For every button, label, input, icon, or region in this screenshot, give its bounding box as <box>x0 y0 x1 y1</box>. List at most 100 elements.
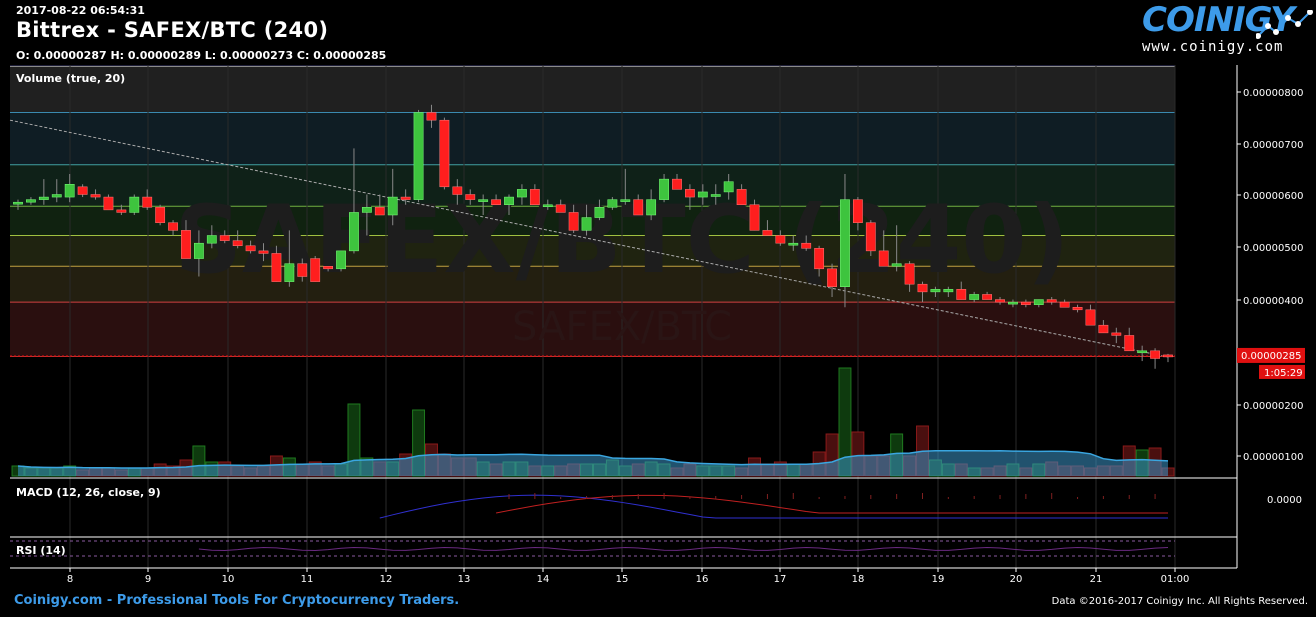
candle-body <box>491 199 501 205</box>
candle-body <box>77 186 88 195</box>
candle-body <box>206 235 217 244</box>
candle-body <box>116 209 127 213</box>
volume-bars <box>11 367 1175 477</box>
price-chart[interactable]: SAFEX/BTC (240) SAFEX/BTC 0.00000800 0.00… <box>0 0 1316 617</box>
current-price-label: 0.00000285 <box>1241 351 1301 362</box>
time-tick-label: 12 <box>380 574 393 585</box>
candle-body <box>1137 350 1148 354</box>
candle-body <box>245 245 256 252</box>
candle-body <box>51 194 62 198</box>
candle-body <box>801 242 812 249</box>
watermark-small: SAFEX/BTC <box>512 304 732 350</box>
price-tick-label: 0.00000500 <box>1243 243 1303 254</box>
candle-body <box>129 196 140 213</box>
candle-body <box>193 242 204 259</box>
footer-tagline[interactable]: Coinigy.com - Professional Tools For Cry… <box>14 593 459 608</box>
candle-body <box>865 222 876 252</box>
countdown-label: 1:05:29 <box>1264 368 1303 379</box>
price-tick-label: 0.00000200 <box>1243 401 1303 412</box>
candle-body <box>1124 335 1135 352</box>
time-tick-label: 8 <box>67 574 73 585</box>
candle-body <box>1085 309 1096 326</box>
candle-body <box>685 189 695 198</box>
price-tick-label: 0.00000100 <box>1243 452 1303 463</box>
candle-body <box>400 196 411 200</box>
candle-body <box>271 253 282 282</box>
candle-body <box>943 289 954 293</box>
time-tick-label: 14 <box>537 574 550 585</box>
candle-body <box>555 204 566 213</box>
macd-signal-line <box>495 494 1168 514</box>
time-tick-label: 17 <box>774 574 787 585</box>
volume-pane-label: Volume (true, 20) <box>16 72 125 85</box>
rsi-pane-label: RSI (14) <box>16 544 66 557</box>
price-tick-label: 0.00000600 <box>1243 191 1303 202</box>
candle-body <box>529 189 540 205</box>
candle-body <box>465 194 476 200</box>
candle-body <box>64 184 75 198</box>
candle-body <box>336 250 346 270</box>
candle-body <box>1150 350 1160 359</box>
candle-body <box>852 199 863 223</box>
macd-zero-label: 0.0000 <box>1267 495 1302 506</box>
candle-body <box>103 196 114 211</box>
candle-body <box>219 235 230 241</box>
candle-body <box>646 199 657 216</box>
candle-body <box>930 289 941 293</box>
candle-body <box>155 207 166 223</box>
time-tick-label: 18 <box>852 574 865 585</box>
candle-body <box>38 196 49 200</box>
candle-body <box>762 230 773 236</box>
candle-body <box>181 230 191 259</box>
time-tick-label: 11 <box>301 574 314 585</box>
candle-body <box>310 258 321 282</box>
candle-body <box>736 189 747 205</box>
candle-body <box>594 207 605 218</box>
band-1 <box>10 66 1175 113</box>
candle-body <box>361 207 372 213</box>
candle-body <box>284 263 295 282</box>
candle-body <box>517 189 527 198</box>
candle-body <box>387 196 398 216</box>
candle-body <box>426 112 437 121</box>
candle-body <box>891 263 902 267</box>
candle-body <box>840 199 850 287</box>
candle-body <box>568 212 579 231</box>
candle-body <box>710 194 721 197</box>
candle-body <box>1059 301 1070 308</box>
time-tick-label: 15 <box>616 574 629 585</box>
time-axis: 8 9 10 11 12 13 14 15 16 17 18 19 20 21 01:00 <box>67 568 1189 585</box>
candle-body <box>1163 354 1173 358</box>
macd-pane-label: MACD (12, 26, close, 9) <box>16 486 161 499</box>
candle-body <box>90 194 101 198</box>
candle-body <box>478 199 489 202</box>
candle-body <box>452 186 463 195</box>
band-2 <box>10 112 1175 165</box>
indicator-lines <box>198 493 1169 551</box>
candle-body <box>620 199 631 202</box>
candle-body <box>917 283 928 293</box>
candle-body <box>13 201 23 205</box>
price-tick-label: 0.00000800 <box>1243 88 1303 99</box>
candle-body <box>168 222 178 231</box>
candle-body <box>775 235 786 244</box>
time-tick-label: 9 <box>145 574 151 585</box>
candle-body <box>723 181 734 193</box>
time-tick-label: 20 <box>1010 574 1023 585</box>
candle-body <box>969 294 980 300</box>
watermark-large: SAFEX/BTC (240) <box>174 186 1069 295</box>
candle-body <box>607 199 618 208</box>
candle-body <box>995 299 1005 303</box>
candle-body <box>1098 324 1109 334</box>
time-tick-label: 21 <box>1090 574 1103 585</box>
time-tick-label: 19 <box>932 574 945 585</box>
candle-body <box>297 263 308 277</box>
candle-body <box>439 119 450 188</box>
candle-body <box>633 199 644 216</box>
candle-body <box>232 240 243 246</box>
price-axis: 0.00000800 0.00000700 0.00000600 0.00000500… <box>1237 88 1305 506</box>
candle-body <box>956 289 967 300</box>
candle-body <box>1020 301 1031 305</box>
candle-body <box>788 242 799 246</box>
candle-body <box>413 112 424 200</box>
